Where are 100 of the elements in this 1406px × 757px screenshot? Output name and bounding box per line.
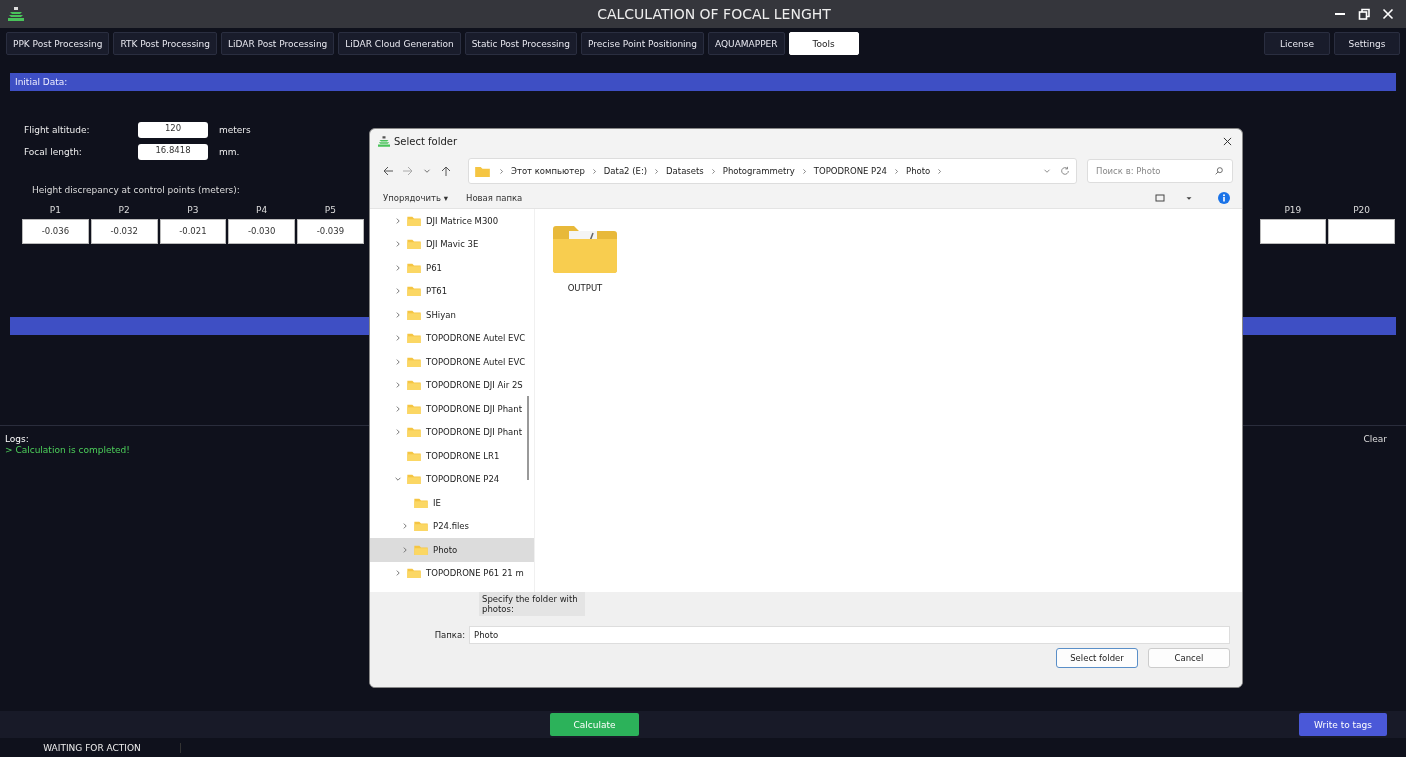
- dialog-button[interactable]: Cancel: [1148, 648, 1230, 668]
- tree-item[interactable]: P61: [370, 256, 534, 280]
- tab[interactable]: LiDAR Post Processing: [221, 32, 335, 55]
- tree-item[interactable]: DJI Mavic 3E: [370, 232, 534, 256]
- point-field[interactable]: [1259, 219, 1327, 244]
- tree-label: SHiyan: [426, 309, 456, 320]
- column-header: P3: [186, 205, 200, 217]
- breadcrumb-item[interactable]: Photo: [906, 166, 931, 176]
- tree-item[interactable]: TOPODRONE Autel EVC: [370, 326, 534, 350]
- folder-icon: [414, 497, 428, 508]
- column-header: P20: [1352, 205, 1372, 217]
- tab[interactable]: LiDAR Cloud Generation: [338, 32, 461, 55]
- tree-item[interactable]: TOPODRONE LR1: [370, 444, 534, 468]
- breadcrumb-item[interactable]: Datasets: [666, 166, 704, 176]
- value-field[interactable]: 120: [138, 122, 208, 138]
- tab[interactable]: Static Post Processing: [464, 32, 577, 55]
- tree-item[interactable]: DJI Matrice M300: [370, 209, 534, 233]
- point-field[interactable]: -0.021: [159, 219, 227, 244]
- chevron-right-icon[interactable]: [394, 263, 402, 272]
- tab[interactable]: Tools: [788, 32, 859, 55]
- tree-item[interactable]: TOPODRONE DJI Phant: [370, 420, 534, 444]
- tree-item[interactable]: TOPODRONE P61 21 m: [370, 561, 534, 585]
- chevron-right-icon[interactable]: [394, 216, 402, 225]
- column-header: P1: [48, 205, 62, 217]
- breadcrumb-item[interactable]: TOPODRONE P24: [813, 166, 887, 176]
- tree-item[interactable]: TOPODRONE DJI Air 2S: [370, 373, 534, 397]
- app-logo-icon: [378, 135, 390, 147]
- column-header: P5: [323, 205, 337, 217]
- tree-label: TOPODRONE Autel EVC: [426, 333, 526, 344]
- up-arrow-icon[interactable]: [440, 165, 452, 177]
- tab[interactable]: AQUAMAPPER: [708, 32, 785, 55]
- tree-item[interactable]: Photo: [370, 538, 534, 562]
- folder-icon: [407, 403, 421, 414]
- tree-label: DJI Mavic 3E: [426, 239, 479, 250]
- view-icon[interactable]: [1154, 192, 1166, 204]
- chevron-down-icon[interactable]: [394, 475, 402, 484]
- breadcrumb-item[interactable]: Этот компьютер: [511, 166, 585, 176]
- point-field[interactable]: -0.039: [297, 219, 364, 244]
- back-arrow-icon[interactable]: [382, 165, 394, 177]
- chevron-right-icon[interactable]: [394, 334, 402, 343]
- toolbar-button[interactable]: Новая папка: [466, 193, 523, 203]
- value-field[interactable]: 16.8418: [138, 144, 208, 160]
- breadcrumb-item[interactable]: Photogrammetry: [722, 166, 795, 176]
- tab[interactable]: PPK Post Processing: [6, 32, 110, 55]
- dialog-button[interactable]: Select folder: [1056, 648, 1138, 668]
- folder-name-field[interactable]: Photo: [469, 626, 1230, 644]
- folder-icon: [407, 239, 421, 250]
- refresh-icon[interactable]: [1060, 166, 1070, 176]
- clear-button[interactable]: Clear: [1363, 434, 1396, 444]
- folder-icon: [407, 309, 421, 320]
- tab[interactable]: RTK Post Processing: [113, 32, 217, 55]
- section-header: Initial Data:: [10, 73, 1396, 91]
- scrollbar[interactable]: [527, 396, 529, 480]
- chevron-right-icon[interactable]: [394, 357, 402, 366]
- tree-item[interactable]: TOPODRONE Autel EVC: [370, 350, 534, 374]
- chevron-right-icon[interactable]: [394, 569, 402, 578]
- restore-icon[interactable]: [1358, 8, 1370, 20]
- tree-label: TOPODRONE DJI Phant: [426, 427, 522, 438]
- search-icon: [1214, 166, 1224, 176]
- point-field[interactable]: -0.032: [90, 219, 158, 244]
- toolbar-button[interactable]: Упорядочить ▾: [383, 193, 448, 203]
- tree-label: TOPODRONE Autel EVC: [426, 356, 526, 367]
- tree-item[interactable]: IE: [370, 491, 534, 515]
- chevron-right-icon[interactable]: [394, 287, 402, 296]
- folder-icon[interactable]: [553, 225, 617, 273]
- folder-icon: [407, 450, 421, 461]
- tree-item[interactable]: PT61: [370, 279, 534, 303]
- header-button[interactable]: Settings: [1334, 32, 1400, 55]
- forward-arrow-icon[interactable]: [402, 165, 414, 177]
- folder-icon: [407, 333, 421, 344]
- folder-icon: [407, 380, 421, 391]
- tab[interactable]: Precise Point Positioning: [581, 32, 704, 55]
- chevron-right-icon[interactable]: [394, 404, 402, 413]
- write-to-tags-button[interactable]: Write to tags: [1299, 713, 1387, 736]
- point-field[interactable]: [1328, 219, 1395, 244]
- folder-icon: [414, 544, 428, 555]
- folder-icon: [407, 262, 421, 273]
- close-icon[interactable]: [1223, 136, 1232, 146]
- address-bar[interactable]: Этот компьютер Data2 (E:) Datasets Photogrammetry TOPODRONE P24 Photo: [468, 158, 1077, 184]
- tree-label: Photo: [433, 544, 458, 555]
- breadcrumb-item[interactable]: Data2 (E:): [603, 166, 648, 176]
- help-icon[interactable]: [1218, 192, 1230, 204]
- tree-item[interactable]: SHiyan: [370, 303, 534, 327]
- chevron-right-icon[interactable]: [401, 522, 409, 531]
- search-field[interactable]: Поиск в: Photo: [1087, 159, 1233, 183]
- folder-icon: [407, 286, 421, 297]
- chevron-right-icon[interactable]: [401, 545, 409, 554]
- chevron-right-icon[interactable]: [394, 428, 402, 437]
- point-field[interactable]: -0.030: [228, 219, 295, 244]
- tree-item[interactable]: TOPODRONE DJI Phant: [370, 397, 534, 421]
- dialog-title: Select folder: [394, 135, 458, 147]
- tree-item[interactable]: TOPODRONE P24: [370, 467, 534, 491]
- chevron-right-icon[interactable]: [394, 240, 402, 249]
- search-placeholder: Поиск в: Photo: [1096, 166, 1161, 176]
- tree-label: TOPODRONE LR1: [426, 450, 500, 461]
- chevron-right-icon[interactable]: [394, 310, 402, 319]
- header-button[interactable]: License: [1264, 32, 1330, 55]
- chevron-right-icon[interactable]: [394, 381, 402, 390]
- tree-item[interactable]: P24.files: [370, 514, 534, 538]
- point-field[interactable]: -0.036: [22, 219, 89, 244]
